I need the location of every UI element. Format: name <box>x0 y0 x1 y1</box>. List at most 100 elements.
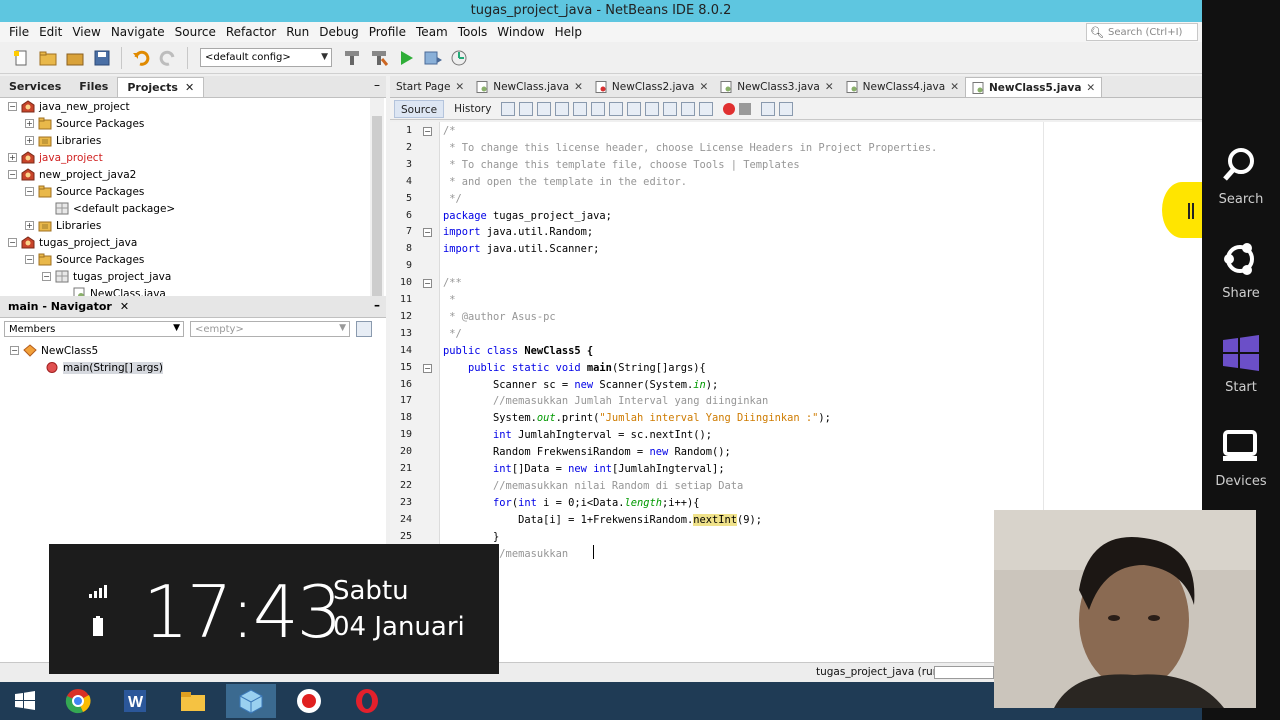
close-icon[interactable]: ✕ <box>185 81 194 94</box>
chrome-taskbar-button[interactable] <box>53 684 103 718</box>
menu-team[interactable]: Team <box>411 25 453 39</box>
navigator-class-node[interactable]: − NewClass5 <box>10 342 98 359</box>
menu-run[interactable]: Run <box>281 25 314 39</box>
editor-tab[interactable]: NewClass3.java ✕ <box>714 77 839 97</box>
stop-macro-icon[interactable] <box>739 102 752 115</box>
menu-refactor[interactable]: Refactor <box>221 25 281 39</box>
editor-tab[interactable]: Start Page ✕ <box>390 77 470 97</box>
tab-history[interactable]: History <box>448 100 497 118</box>
close-icon[interactable]: ✕ <box>1086 78 1095 98</box>
start-button[interactable] <box>0 684 50 718</box>
menu-view[interactable]: View <box>67 25 105 39</box>
save-all-icon[interactable] <box>91 47 113 69</box>
toggle-highlight-icon[interactable] <box>609 101 624 116</box>
charm-devices[interactable]: Devices <box>1202 428 1280 489</box>
new-project-icon[interactable] <box>37 47 59 69</box>
netbeans-taskbar-button[interactable] <box>226 684 276 718</box>
close-icon[interactable]: ✕ <box>120 300 129 313</box>
menu-source[interactable]: Source <box>170 25 221 39</box>
close-icon[interactable]: ✕ <box>455 77 464 97</box>
collapse-icon[interactable]: − <box>25 187 34 196</box>
tree-node[interactable]: − tugas_project_java <box>8 234 137 251</box>
fold-icon[interactable]: − <box>423 363 432 373</box>
redo-icon[interactable] <box>157 47 179 69</box>
collapse-icon[interactable]: − <box>42 272 51 281</box>
toggle-bookmark-icon[interactable] <box>663 101 678 116</box>
editor-tab[interactable]: NewClass.java ✕ <box>470 77 589 97</box>
find-previous-icon[interactable] <box>573 101 588 116</box>
navigator-method-node[interactable]: main(String[] args) <box>45 359 163 376</box>
menu-file[interactable]: File <box>4 25 34 39</box>
editor-tab[interactable]: NewClass2.java ✕ <box>589 77 714 97</box>
opera-taskbar-button[interactable] <box>342 684 392 718</box>
menu-debug[interactable]: Debug <box>314 25 363 39</box>
menu-navigate[interactable]: Navigate <box>106 25 170 39</box>
empty-select[interactable]: <empty> ▼ <box>190 321 350 337</box>
charm-search[interactable]: Search <box>1202 146 1280 207</box>
explorer-taskbar-button[interactable] <box>168 684 218 718</box>
open-project-icon[interactable] <box>64 47 86 69</box>
tree-node[interactable]: + Source Packages <box>25 115 144 132</box>
expand-icon[interactable]: + <box>25 136 34 145</box>
fold-icon[interactable]: − <box>423 228 432 238</box>
editor-tab[interactable]: NewClass4.java ✕ <box>840 77 965 97</box>
close-icon[interactable]: ✕ <box>699 77 708 97</box>
menu-edit[interactable]: Edit <box>34 25 67 39</box>
previous-bookmark-icon[interactable] <box>627 101 642 116</box>
find-icon[interactable] <box>555 101 570 116</box>
minimize-icon[interactable]: – <box>374 298 380 312</box>
tree-node[interactable]: − tugas_project_java <box>42 268 171 285</box>
shift-right-icon[interactable] <box>699 101 714 116</box>
scrollbar-thumb[interactable] <box>372 116 382 316</box>
collapse-icon[interactable]: − <box>25 255 34 264</box>
expand-icon[interactable]: + <box>8 153 17 162</box>
config-select[interactable]: <default config> ▼ <box>200 48 332 67</box>
status-run-label[interactable]: tugas_project_java (run) <box>816 666 943 678</box>
comment-icon[interactable] <box>761 101 776 116</box>
profile-icon[interactable] <box>449 47 471 69</box>
recorder-taskbar-button[interactable] <box>284 684 334 718</box>
tree-node[interactable]: + java_project <box>8 149 103 166</box>
collapse-icon[interactable]: − <box>8 102 17 111</box>
debug-icon[interactable] <box>422 47 444 69</box>
new-file-icon[interactable] <box>10 47 32 69</box>
collapse-icon[interactable]: − <box>8 170 17 179</box>
run-icon[interactable] <box>395 47 417 69</box>
uncomment-icon[interactable] <box>779 101 794 116</box>
collapse-icon[interactable]: − <box>8 238 17 247</box>
tab-projects[interactable]: Projects ✕ <box>117 77 205 97</box>
quick-search-input[interactable]: 🔍︎ Search (Ctrl+I) <box>1086 23 1198 41</box>
charm-share[interactable]: Share <box>1202 240 1280 301</box>
close-icon[interactable]: ✕ <box>950 77 959 97</box>
tree-node[interactable]: <default package> <box>42 200 175 217</box>
build-icon[interactable] <box>341 47 363 69</box>
back-icon[interactable] <box>519 101 534 116</box>
tree-node[interactable]: + Libraries <box>25 132 101 149</box>
word-taskbar-button[interactable]: W <box>110 684 160 718</box>
tab-source[interactable]: Source <box>394 99 445 118</box>
tab-files[interactable]: Files <box>70 77 117 97</box>
fold-icon[interactable]: − <box>423 127 432 136</box>
collapse-icon[interactable]: − <box>10 346 19 355</box>
next-bookmark-icon[interactable] <box>645 101 660 116</box>
menu-window[interactable]: Window <box>492 25 549 39</box>
tree-node[interactable]: − Source Packages <box>25 251 144 268</box>
start-macro-icon[interactable] <box>723 102 736 115</box>
expand-icon[interactable]: + <box>25 119 34 128</box>
fold-icon[interactable]: − <box>423 279 432 289</box>
menu-tools[interactable]: Tools <box>453 25 493 39</box>
close-icon[interactable]: ✕ <box>825 77 834 97</box>
forward-icon[interactable] <box>537 101 552 116</box>
menu-profile[interactable]: Profile <box>364 25 411 39</box>
tree-node[interactable]: − new_project_java2 <box>8 166 136 183</box>
tree-node[interactable]: − Source Packages <box>25 183 144 200</box>
shift-left-icon[interactable] <box>681 101 696 116</box>
members-select[interactable]: Members ▼ <box>4 321 184 337</box>
menu-help[interactable]: Help <box>550 25 587 39</box>
minimize-icon[interactable]: – <box>374 78 380 92</box>
charm-start[interactable]: Start <box>1202 334 1280 395</box>
find-next-icon[interactable] <box>591 101 606 116</box>
last-edit-icon[interactable] <box>501 101 516 116</box>
expand-icon[interactable]: + <box>25 221 34 230</box>
tree-node[interactable]: + Libraries <box>25 217 101 234</box>
